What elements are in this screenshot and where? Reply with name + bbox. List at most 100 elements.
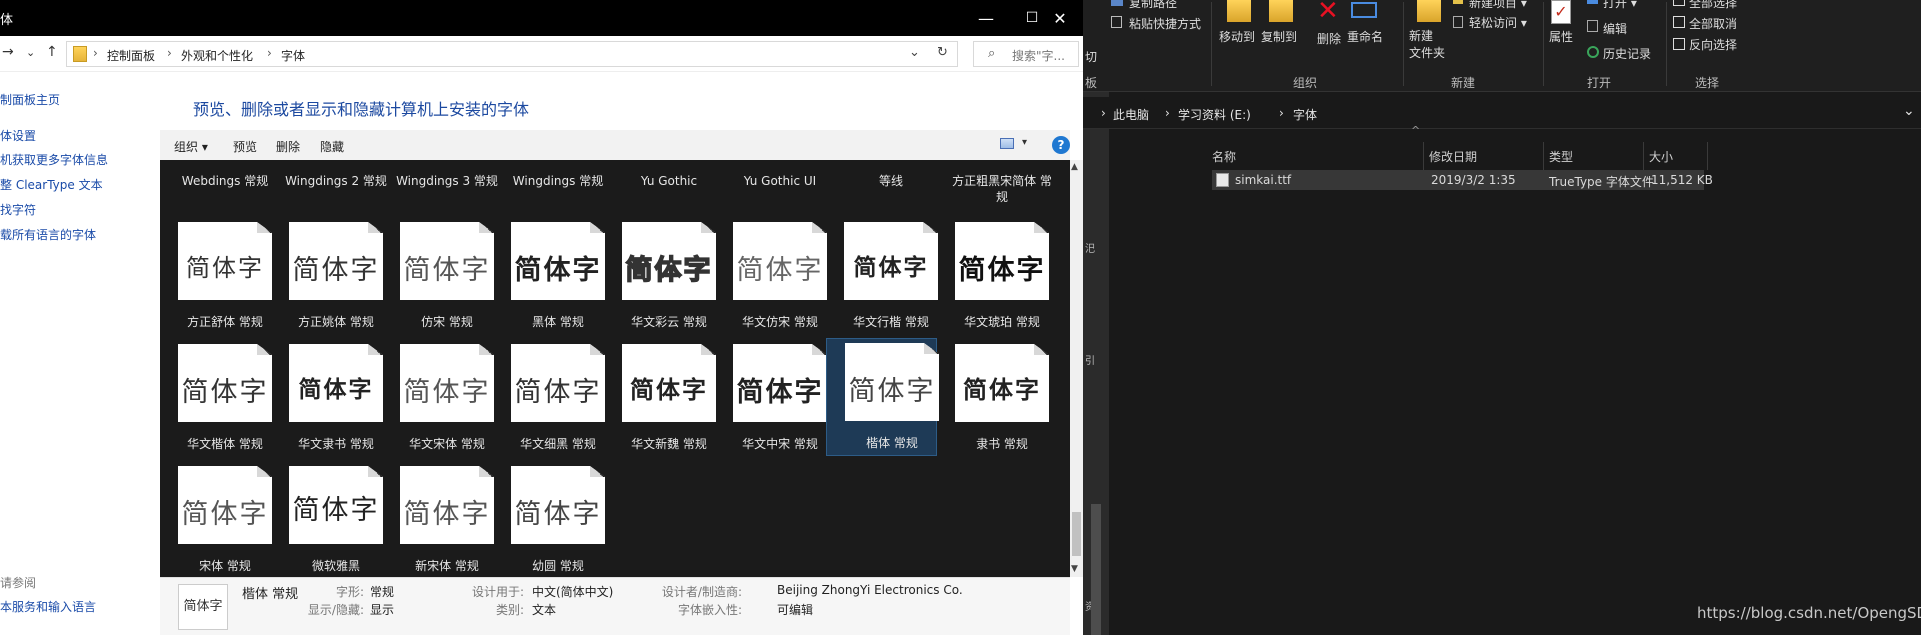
hide-button[interactable]: 隐藏 xyxy=(320,138,344,155)
font-label-wingdings[interactable]: Wingdings 常规 xyxy=(505,173,611,189)
change-view-icon[interactable] xyxy=(1000,138,1014,149)
breadcrumb-fonts-folder[interactable]: 字体 xyxy=(1293,106,1317,123)
font-sample-text: 简体字 xyxy=(625,254,713,287)
breadcrumb-control-panel[interactable]: 控制面板 xyxy=(107,47,155,64)
embedding-value: 可编辑 xyxy=(777,603,814,617)
preview-button[interactable]: 预览 xyxy=(233,138,257,155)
font-item[interactable]: 简体字 方正舒体 常规 xyxy=(160,218,272,336)
font-item[interactable]: 简体字 华文宋体 常规 xyxy=(382,340,494,458)
organize-button[interactable]: 组织 ▾ xyxy=(174,138,208,155)
font-label-yu-gothic[interactable]: Yu Gothic xyxy=(616,173,722,189)
view-dropdown-icon[interactable]: ▾ xyxy=(1022,137,1027,148)
easy-access-button[interactable]: 轻松访问 ▾ xyxy=(1469,14,1527,31)
column-header-type[interactable]: 类型 xyxy=(1549,148,1573,165)
font-item[interactable]: 简体字 方正姚体 常规 xyxy=(271,218,383,336)
history-button[interactable]: 历史记录 xyxy=(1603,45,1651,62)
column-header-modified[interactable]: 修改日期 xyxy=(1429,148,1477,165)
font-sample-text: 简体字 xyxy=(736,377,824,408)
select-group-label: 选择 xyxy=(1695,76,1720,90)
strip-char: 汜 xyxy=(1085,244,1095,255)
cut-label[interactable]: 切 xyxy=(1085,48,1097,65)
nav-pane-scrollbar[interactable] xyxy=(1091,504,1101,635)
copy-to-button[interactable]: 复制到 xyxy=(1261,28,1297,45)
font-sample-text: 简体字 xyxy=(958,255,1046,286)
breadcrumb-this-pc[interactable]: 此电脑 xyxy=(1113,106,1149,123)
new-item-button[interactable]: 新建项目 ▾ xyxy=(1469,0,1527,11)
font-sample-text: 简体字 xyxy=(292,255,380,286)
font-item[interactable]: 简体字 华文中宋 常规 xyxy=(715,340,827,458)
help-icon[interactable]: ? xyxy=(1052,136,1070,154)
font-item[interactable]: 简体字 华文细黑 常规 xyxy=(493,340,605,458)
copy-path-button[interactable]: 复制路径 xyxy=(1129,0,1177,11)
scroll-up-arrow-icon[interactable]: ▲ xyxy=(1071,162,1078,172)
close-button[interactable]: ✕ xyxy=(1037,0,1083,36)
font-item[interactable]: 简体字 华文隶书 常规 xyxy=(271,340,383,458)
path-dropdown-chevron-icon[interactable]: ⌄ xyxy=(909,45,920,60)
edit-button[interactable]: 编辑 xyxy=(1603,20,1627,37)
font-item[interactable]: 简体字 华文行楷 常规 xyxy=(826,218,938,336)
font-item[interactable]: 简体字 华文琥珀 常规 xyxy=(937,218,1049,336)
font-item[interactable]: 简体字 黑体 常规 xyxy=(493,218,605,336)
selected-font-name: 楷体 常规 xyxy=(242,587,299,602)
designer-key: 设计者/制造商: xyxy=(661,585,742,599)
sidebar-link-find-character[interactable]: 找字符 xyxy=(0,201,36,218)
font-label-webdings[interactable]: Webdings 常规 xyxy=(172,173,278,189)
scroll-down-arrow-icon[interactable]: ▼ xyxy=(1071,564,1078,574)
up-arrow-icon[interactable]: ↑ xyxy=(46,44,58,60)
invert-selection-button[interactable]: 反向选择 xyxy=(1689,36,1737,53)
search-placeholder: 搜索"字... xyxy=(1012,49,1065,63)
table-row[interactable]: simkai.ttf 2019/3/2 1:35 TrueType 字体文件 1… xyxy=(1212,170,1713,190)
font-item[interactable]: 简体字 仿宋 常规 xyxy=(382,218,494,336)
font-label-wingdings-3[interactable]: Wingdings 3 常规 xyxy=(394,173,500,189)
font-item[interactable]: 简体字 华文楷体 常规 xyxy=(160,340,272,458)
font-item[interactable]: 简体字 华文仿宋 常规 xyxy=(715,218,827,336)
font-preview-thumbnail: 简体字 xyxy=(400,344,494,422)
font-sample-text: 简体字 xyxy=(963,376,1041,404)
forward-arrow-icon[interactable]: → xyxy=(2,44,14,60)
move-to-button[interactable]: 移动到 xyxy=(1219,28,1255,45)
properties-button[interactable]: 属性 xyxy=(1549,28,1573,45)
select-none-button[interactable]: 全部取消 xyxy=(1689,15,1737,32)
font-item[interactable]: 简体字 宋体 常规 xyxy=(160,462,272,577)
rename-button[interactable]: 重命名 xyxy=(1347,28,1383,45)
font-item[interactable]: 简体字 隶书 常规 xyxy=(937,340,1049,458)
breadcrumb[interactable]: › 控制面板 › 外观和个性化 › 字体 ⌄ ↻ xyxy=(66,41,958,67)
font-label-dengxian[interactable]: 等线 xyxy=(838,173,944,189)
refresh-icon[interactable]: ↻ xyxy=(937,45,948,60)
font-file-icon xyxy=(1216,173,1229,187)
sidebar-link-font-settings[interactable]: 体设置 xyxy=(0,127,36,144)
font-label-fangzheng-cuhei[interactable]: 方正粗黑宋简体 常规 xyxy=(949,173,1055,205)
minimize-button[interactable]: — xyxy=(963,0,1009,36)
delete-button[interactable]: 删除 xyxy=(276,138,300,155)
address-bar[interactable]: › 此电脑 › 学习资料 (E:) › 字体 ⌄ xyxy=(1083,97,1921,129)
sidebar-link-control-panel-home[interactable]: 制面板主页 xyxy=(0,91,60,108)
font-label-yu-gothic-ui[interactable]: Yu Gothic UI xyxy=(727,173,833,189)
search-input[interactable]: ⌕ 搜索"字... xyxy=(973,41,1079,67)
paste-shortcut-button[interactable]: 粘贴快捷方式 xyxy=(1129,15,1201,32)
breadcrumb-fonts[interactable]: 字体 xyxy=(281,47,305,64)
font-item[interactable]: 简体字 新宋体 常规 xyxy=(382,462,494,577)
font-item[interactable]: 简体字 幼圆 常规 xyxy=(493,462,605,577)
sidebar-link-download-all-fonts[interactable]: 载所有语言的字体 xyxy=(0,226,96,243)
breadcrumb-appearance[interactable]: 外观和个性化 xyxy=(181,47,253,64)
file-explorer-window: 切 板 复制路径 粘贴快捷方式 移动到 复制到 ✕ 删除 重命名 组织 新建 文… xyxy=(1083,0,1921,635)
recent-locations-chevron-icon[interactable]: ⌄ xyxy=(26,46,35,59)
select-all-button[interactable]: 全部选择 xyxy=(1689,0,1737,11)
new-folder-button[interactable]: 新建 文件夹 xyxy=(1409,28,1445,62)
column-header-name[interactable]: 名称 xyxy=(1212,148,1236,165)
font-item[interactable]: 简体字 华文新魏 常规 xyxy=(604,340,716,458)
address-dropdown-chevron-icon[interactable]: ⌄ xyxy=(1903,103,1915,119)
breadcrumb-drive[interactable]: 学习资料 (E:) xyxy=(1178,106,1251,123)
font-item-selected[interactable]: 简体字 楷体 常规 xyxy=(826,338,939,456)
column-header-size[interactable]: 大小 xyxy=(1649,148,1673,165)
sidebar-link-text-services[interactable]: 本服务和输入语言 xyxy=(0,598,96,615)
open-button[interactable]: 打开 ▾ xyxy=(1603,0,1637,11)
font-item[interactable]: 简体字 微软雅黑 xyxy=(271,462,383,577)
sidebar-link-cleartype[interactable]: 整 ClearType 文本 xyxy=(0,176,103,193)
delete-button[interactable]: 删除 xyxy=(1317,30,1341,47)
scrollbar-thumb[interactable] xyxy=(1072,512,1081,556)
sidebar-link-get-more-fonts[interactable]: 机获取更多字体信息 xyxy=(0,151,108,168)
vertical-scrollbar[interactable]: ▲ ▼ xyxy=(1070,160,1083,577)
font-label-wingdings-2[interactable]: Wingdings 2 常规 xyxy=(283,173,389,189)
font-item[interactable]: 简体字 华文彩云 常规 xyxy=(604,218,716,336)
